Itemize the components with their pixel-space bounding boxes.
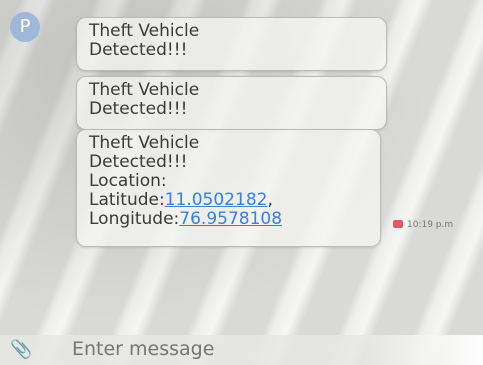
latitude-link[interactable]: 11.0502182 [165, 190, 268, 210]
message-input[interactable] [70, 337, 284, 361]
avatar-initial: P [19, 16, 31, 37]
longitude-link[interactable]: 76.9578108 [179, 209, 282, 229]
message-bubble-3[interactable]: Theft Vehicle Detected!!! Location: Lati… [76, 129, 381, 247]
composer-glare [363, 335, 483, 365]
latitude-line: Latitude:11.0502182, [89, 191, 370, 210]
message-composer: 📎 [0, 335, 483, 365]
latitude-comma: , [267, 190, 273, 210]
message-line: Theft Vehicle [89, 80, 200, 100]
message-line: Theft Vehicle [89, 21, 200, 41]
delivery-status-icon [393, 220, 403, 228]
longitude-line: Longitude:76.9578108 [89, 210, 370, 229]
timestamp-text: 10:19 p.m [407, 220, 454, 230]
longitude-label: Longitude: [89, 209, 180, 229]
message-line: Theft Vehicle [89, 133, 200, 153]
message-bubble-2[interactable]: Theft Vehicle Detected!!! [76, 76, 387, 130]
message-line: Detected!!! [89, 99, 188, 119]
message-line: Detected!!! [89, 40, 188, 60]
message-timestamp: 10:19 p.m [393, 220, 453, 230]
message-line: Location: [89, 171, 167, 191]
latitude-label: Latitude: [89, 190, 165, 210]
message-bubble-1[interactable]: Theft Vehicle Detected!!! [76, 17, 387, 71]
message-line: Detected!!! [89, 152, 188, 172]
paperclip-icon[interactable]: 📎 [10, 341, 32, 359]
contact-avatar[interactable]: P [10, 12, 40, 42]
